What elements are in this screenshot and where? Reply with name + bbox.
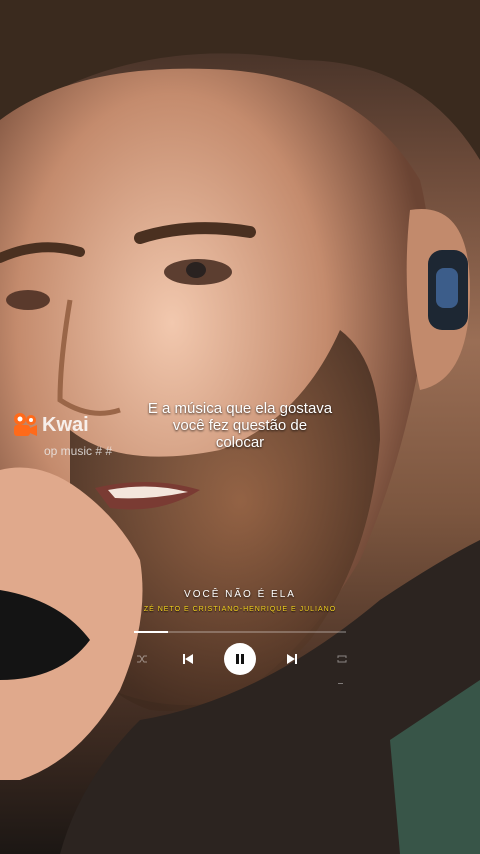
caption-line-2: você fez questão de bbox=[172, 417, 308, 434]
previous-button[interactable] bbox=[176, 642, 200, 676]
pause-circle bbox=[224, 643, 256, 675]
progress-bar[interactable] bbox=[134, 631, 346, 633]
song-artists: ZÉ NETO E CRISTIANO-HENRIQUE E JULIANO bbox=[143, 606, 337, 613]
song-title: VOCÊ NÃO É ELA bbox=[184, 589, 296, 600]
caption-line-3: colocar bbox=[215, 434, 265, 451]
pause-icon bbox=[236, 654, 244, 664]
repeat-icon bbox=[337, 655, 347, 663]
kwai-logo-icon bbox=[14, 413, 37, 436]
repeat-button[interactable] bbox=[330, 642, 354, 676]
progress-fill bbox=[134, 631, 168, 633]
creator-handle: op music # # bbox=[44, 444, 113, 458]
video-frame[interactable]: Kwai op music # # E a música que ela gos… bbox=[0, 0, 480, 854]
kwai-brand-text: Kwai bbox=[42, 413, 89, 436]
playback-controls bbox=[130, 642, 354, 676]
caption-line-1: E a música que ela gostava bbox=[147, 400, 333, 417]
next-button[interactable] bbox=[280, 642, 304, 676]
next-icon bbox=[287, 654, 297, 664]
shuffle-button[interactable] bbox=[130, 642, 154, 676]
lyric-caption: E a música que ela gostava você fez ques… bbox=[120, 400, 360, 451]
player-divider bbox=[338, 683, 343, 684]
pause-button[interactable] bbox=[223, 642, 257, 676]
kwai-watermark: Kwai bbox=[12, 412, 89, 438]
previous-icon bbox=[183, 654, 193, 664]
shuffle-icon bbox=[137, 655, 147, 663]
